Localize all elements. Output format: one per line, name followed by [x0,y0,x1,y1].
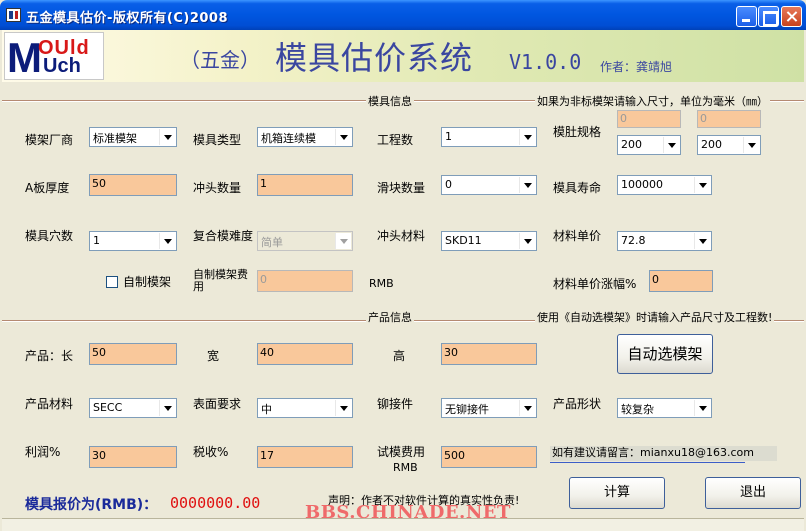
self-frame-cost-input[interactable]: 0 [257,270,353,292]
banner-title: 模具估价系统 [275,39,474,77]
tax-input[interactable]: 17 [257,446,353,468]
minimize-button[interactable] [736,6,757,27]
frame-vendor-select[interactable]: 标准模架 [89,127,177,147]
auto-select-frame-button[interactable]: 自动选模架 [617,334,713,374]
exit-button[interactable]: 退出 [705,477,801,509]
material-price-label: 材料单价 [553,229,602,243]
self-frame-cost-label: 自制模架费用 [193,268,248,293]
contact-underline [550,462,745,463]
frame-vendor-label: 模架厂商 [25,133,74,147]
product-length-input[interactable]: 50 [89,343,177,365]
punch-count-input[interactable]: 1 [257,174,353,196]
rivet-select[interactable]: 无铆接件 [441,398,537,418]
compound-difficulty-select[interactable]: 简单 [257,231,353,251]
logo: M OUld Uch [4,32,104,80]
cavity-width-select[interactable]: 200 [617,135,681,155]
surface-label: 表面要求 [193,397,242,411]
status-bar [2,518,804,531]
chevron-down-icon[interactable] [335,129,351,145]
self-made-frame-checkbox[interactable] [106,276,118,288]
punch-count-label: 冲头数量 [193,181,242,195]
chevron-down-icon[interactable] [694,177,710,193]
tax-label: 税收% [193,445,229,459]
product-length-label: 产品：长 [25,349,74,363]
rivet-label: 铆接件 [377,397,414,411]
product-width-label: 宽 [207,349,220,363]
chevron-down-icon[interactable] [519,400,535,416]
chevron-down-icon[interactable] [159,400,175,416]
punch-material-select[interactable]: SKD11 [441,231,537,251]
self-made-frame-label: 自制模架 [123,275,172,289]
mold-life-select[interactable]: 100000 [617,175,712,195]
stations-label: 工程数 [377,133,414,147]
product-section-title: 产品信息 [366,309,414,325]
price-rise-label: 材料单价涨幅% [553,277,637,291]
shape-select[interactable]: 较复杂 [617,398,712,418]
slider-count-label: 滑块数量 [377,181,426,195]
chevron-down-icon[interactable] [335,233,351,249]
author-label: 作者：龚靖旭 [600,60,673,74]
chevron-down-icon[interactable] [663,137,679,153]
surface-select[interactable]: 中 [257,398,353,418]
window-title: 五金模具估价-版权所有(C)2008 [26,11,229,26]
cavity-spec-label: 模肚规格 [553,125,602,139]
stations-select[interactable]: 1 [441,127,537,147]
product-height-label: 高 [393,349,406,363]
cavity-width-input[interactable]: 0 [617,110,681,128]
cavities-select[interactable]: 1 [89,231,177,251]
product-height-input[interactable]: 30 [441,343,537,365]
chevron-down-icon[interactable] [743,137,759,153]
self-frame-cost-unit: RMB [369,277,394,290]
slider-count-select[interactable]: 0 [441,175,537,195]
trial-fee-input[interactable]: 500 [441,446,537,468]
price-rise-input[interactable]: 0 [649,270,713,292]
shape-label: 产品形状 [553,397,602,411]
chevron-down-icon[interactable] [694,400,710,416]
profit-input[interactable]: 30 [89,446,177,468]
calculate-button[interactable]: 计算 [569,477,665,509]
price-label: 模具报价为(RMB)： [25,497,158,513]
price-value: 0000000.00 [170,494,261,512]
mold-type-select[interactable]: 机箱连续模 [257,127,353,147]
maximize-button[interactable] [758,6,779,27]
chevron-down-icon[interactable] [694,233,710,249]
logo-text-uch: Uch [43,55,81,77]
product-material-label: 产品材料 [25,397,74,411]
product-material-select[interactable]: SECC [89,398,177,418]
cavities-label: 模具穴数 [25,229,74,243]
title-bar[interactable]: 五金模具估价-版权所有(C)2008 [0,0,806,30]
mold-life-label: 模具寿命 [553,181,602,195]
logo-letter-m: M [7,34,42,80]
product-width-input[interactable]: 40 [257,343,353,365]
chevron-down-icon[interactable] [519,129,535,145]
a-plate-input[interactable]: 50 [89,174,177,196]
product-section-hint: 使用《自动选模架》时请输入产品尺寸及工程数! [535,309,775,325]
version-label: V1.0.0 [509,50,582,74]
banner-subtitle: （五金） [180,48,260,72]
chevron-down-icon[interactable] [519,177,535,193]
punch-material-label: 冲头材料 [377,229,426,243]
chevron-down-icon[interactable] [335,400,351,416]
a-plate-label: A板厚度 [25,181,70,195]
trial-fee-unit: RMB [393,461,418,474]
mold-section-title: 模具信息 [366,93,414,109]
chevron-down-icon[interactable] [159,129,175,145]
chevron-down-icon[interactable] [159,233,175,249]
app-icon[interactable] [6,8,21,22]
profit-label: 利润% [25,445,61,459]
mold-type-label: 模具类型 [193,133,242,147]
material-price-select[interactable]: 72.8 [617,231,712,251]
chevron-down-icon[interactable] [519,233,535,249]
cavity-height-input[interactable]: 0 [697,110,761,128]
compound-difficulty-label: 复合模难度 [193,229,254,243]
cavity-height-select[interactable]: 200 [697,135,761,155]
close-button[interactable] [781,6,802,27]
contact-info: 如有建议请留言：mianxu18@163.com [550,446,777,461]
trial-fee-label: 试模费用 [377,445,426,459]
mold-section-hint: 如果为非标模架请输入尺寸，单位为毫米（㎜） [535,93,770,109]
